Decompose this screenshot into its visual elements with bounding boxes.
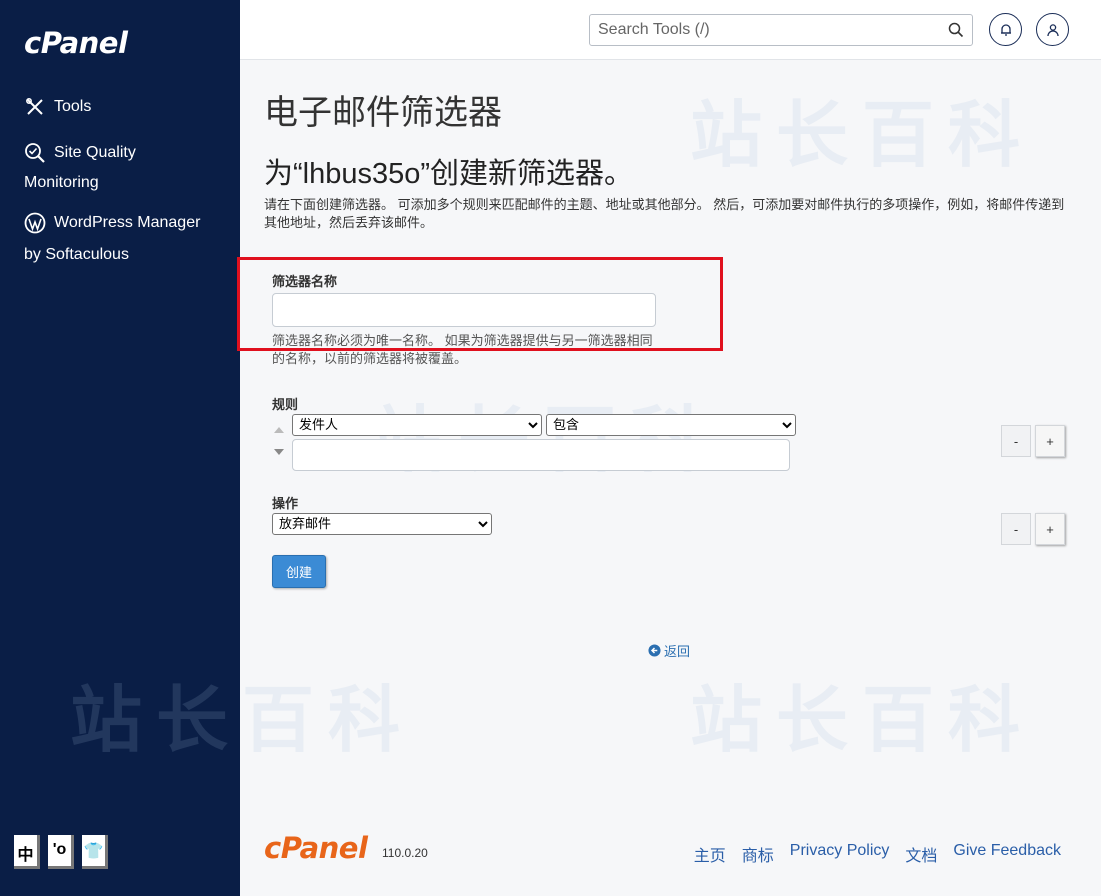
cpanel-logo[interactable]: cPanel	[24, 26, 128, 60]
lang-other-button[interactable]: 'o	[48, 835, 74, 869]
filter-name-input[interactable]	[272, 293, 656, 327]
footer-link-home[interactable]: 主页	[694, 842, 726, 866]
wordpress-icon	[24, 212, 46, 234]
sidebar-item-wordpress-manager[interactable]: WordPress Manager	[24, 207, 200, 239]
sidebar-item-label: Tools	[54, 98, 92, 115]
filter-name-help: 筛选器名称必须为唯一名称。 如果为筛选器提供与另一筛选器相同的名称，以前的筛选器…	[272, 333, 653, 366]
lang-shirt-button[interactable]: 👕	[82, 835, 108, 869]
rules-label: 规则	[272, 397, 299, 412]
remove-rule-button[interactable]: -	[1001, 425, 1031, 457]
sidebar-item-site-quality[interactable]: Site Quality	[24, 137, 136, 169]
back-link[interactable]: 返回	[648, 641, 690, 660]
sidebar-item-label: WordPress Manager	[54, 214, 201, 231]
sidebar-item-label-line2[interactable]: Monitoring	[24, 167, 99, 199]
tools-icon	[26, 97, 43, 115]
sidebar-item-tools[interactable]: Tools	[24, 91, 91, 123]
lang-chinese-button[interactable]: 中	[14, 835, 40, 869]
back-arrow-icon	[648, 644, 661, 657]
search-input[interactable]	[590, 15, 930, 45]
site-quality-icon	[25, 142, 45, 163]
version-label: 110.0.20	[382, 846, 428, 860]
move-down-icon[interactable]	[274, 449, 284, 455]
top-bar	[240, 0, 1101, 60]
sidebar-item-label: Site Quality	[54, 144, 136, 161]
actions-label: 操作	[272, 496, 299, 511]
remove-action-button[interactable]: -	[1001, 513, 1031, 545]
bell-icon	[1000, 23, 1011, 36]
page-title: 电子邮件筛选器	[264, 94, 502, 132]
search-box	[589, 14, 973, 46]
footer-link-privacy[interactable]: Privacy Policy	[790, 842, 890, 866]
sidebar-item-label-line2[interactable]: by Softaculous	[24, 239, 129, 271]
create-button[interactable]: 创建	[272, 555, 326, 588]
filter-name-label: 筛选器名称	[272, 274, 338, 289]
watermark: 站长百科	[690, 678, 1035, 762]
rule-field-select[interactable]: 发件人	[292, 414, 542, 436]
footer-link-feedback[interactable]: Give Feedback	[953, 842, 1061, 866]
rule-operator-select[interactable]: 包含	[546, 414, 796, 436]
user-menu-button[interactable]	[1036, 13, 1069, 46]
back-link-label: 返回	[664, 645, 691, 660]
footer-links: 主页 商标 Privacy Policy 文档 Give Feedback	[694, 842, 1061, 866]
user-icon	[1046, 23, 1059, 36]
page-subtitle: 为“lhbus35o”创建新筛选器。	[264, 158, 634, 190]
intro-text: 请在下面创建筛选器。 可添加多个规则来匹配邮件的主题、地址或其他部分。 然后，可…	[264, 197, 1065, 230]
add-action-button[interactable]: +	[1035, 513, 1065, 545]
notifications-button[interactable]	[989, 13, 1022, 46]
sidebar: cPanel Tools Site Quality Monitoring Wor…	[0, 0, 240, 896]
move-up-icon[interactable]	[274, 427, 284, 433]
main-content: 站长百科 站长百科 站长百科 站长百科 电子邮件筛选器 为“lhbus35o”创…	[70, 61, 1101, 896]
rule-value-input[interactable]	[292, 439, 790, 471]
add-rule-button[interactable]: +	[1035, 425, 1065, 457]
footer-link-trademarks[interactable]: 商标	[742, 842, 774, 866]
footer-cpanel-logo[interactable]: cPanel	[264, 831, 368, 865]
language-switcher: 中 'o 👕	[14, 835, 108, 869]
watermark: 站长百科	[690, 93, 1035, 177]
action-select[interactable]: 放弃邮件	[272, 513, 492, 535]
footer-link-docs[interactable]: 文档	[905, 842, 937, 866]
search-icon[interactable]	[948, 22, 964, 38]
